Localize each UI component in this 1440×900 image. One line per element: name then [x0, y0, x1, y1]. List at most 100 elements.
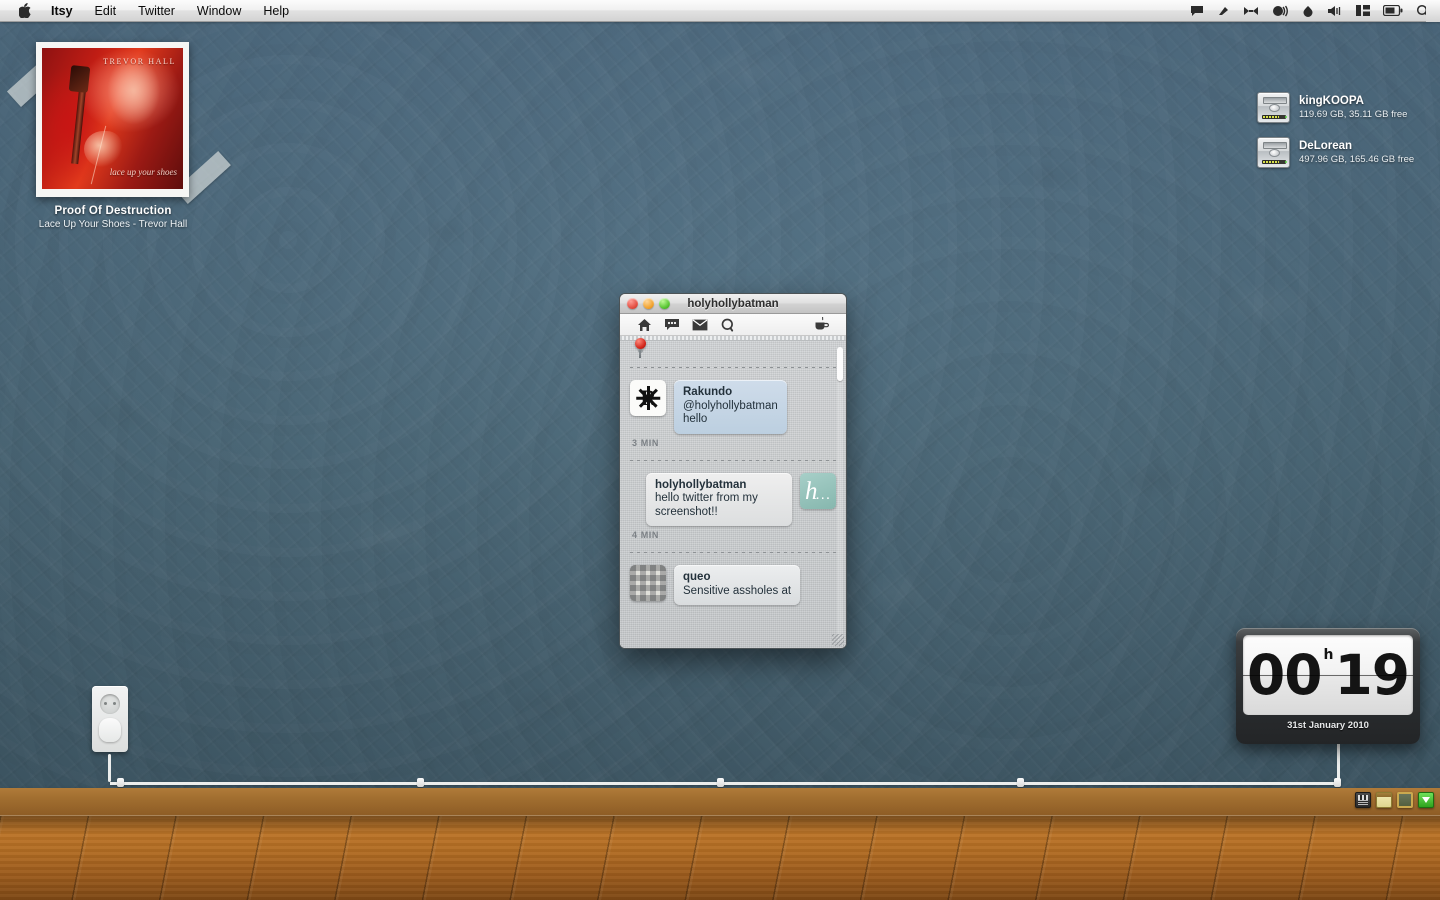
cable-clip [717, 778, 724, 787]
artwork-figure [101, 64, 179, 184]
menu-item-itsy[interactable]: Itsy [40, 0, 84, 22]
floor-shadow [0, 816, 1440, 834]
menu-item-edit[interactable]: Edit [84, 0, 128, 22]
window-traffic-lights [620, 298, 670, 309]
desktop-drives: kingKOOPA 119.69 GB, 35.11 GB free DeLor… [1257, 92, 1432, 182]
window-toolbar[interactable] [620, 314, 846, 336]
album-artwork: TREVOR HALL lace up your shoes [42, 48, 183, 189]
tweet-author: Rakundo [683, 386, 733, 398]
tweet-bubble[interactable]: holyhollybatman hello twitter from my sc… [646, 472, 792, 526]
hard-drive-icon [1257, 137, 1290, 168]
now-playing-title: Proof Of Destruction [54, 205, 172, 217]
tweet-timestamp: 3 MIN [632, 437, 660, 448]
album-polaroid-frame: TREVOR HALL lace up your shoes [36, 42, 189, 197]
close-button[interactable] [627, 298, 638, 309]
window-titlebar[interactable]: holyhollybatman [620, 294, 846, 314]
tweet-text: Sensitive assholes at [683, 584, 792, 597]
queo-avatar[interactable] [630, 565, 666, 601]
menu-item-window[interactable]: Window [186, 0, 252, 22]
clock-face: 00 h 19 [1243, 635, 1413, 715]
clock-separator: h [1323, 647, 1334, 663]
tweet-text: hello twitter from my screenshot!! [655, 492, 758, 518]
search-icon[interactable] [714, 318, 742, 332]
tweet-row-incoming[interactable]: queo Sensitive assholes at [630, 565, 836, 605]
notes-icon[interactable] [1376, 792, 1392, 808]
coffee-cup-icon[interactable] [808, 317, 836, 332]
drive-item-delorean[interactable]: DeLorean 497.96 GB, 165.46 GB free [1257, 137, 1432, 168]
spaces-icon[interactable] [1356, 0, 1370, 22]
pin-icon[interactable] [635, 338, 647, 358]
tweet-handle: @holyhollybatman [683, 399, 778, 412]
zoom-button[interactable] [659, 298, 670, 309]
menu-bar-status-area [1190, 0, 1440, 22]
drive-capacity: 497.96 GB, 165.46 GB free [1299, 154, 1415, 165]
minimize-button[interactable] [643, 298, 654, 309]
feed-divider [630, 552, 836, 553]
replies-bubble-icon[interactable] [658, 318, 686, 331]
wall-outlet [92, 686, 128, 752]
apple-logo-icon [18, 3, 31, 18]
tweet-timestamp: 4 MIN [632, 530, 660, 540]
flag-icon[interactable] [1217, 0, 1230, 22]
drive-name: DeLorean [1299, 140, 1353, 152]
cable-clip [1017, 778, 1024, 787]
menu-item-twitter[interactable]: Twitter [127, 0, 186, 22]
cable-horizontal-run [110, 782, 1340, 785]
cable-clip [1334, 778, 1341, 787]
rakundo-avatar[interactable]: R [630, 380, 666, 416]
desktop: Itsy Edit Twitter Window Help TREVOR HAL… [0, 0, 1440, 900]
sound-wave-icon[interactable] [1272, 0, 1289, 22]
now-playing-meta: Proof Of Destruction Lace Up Your Shoes … [18, 205, 208, 230]
tweet-author: holyhollybatman [655, 478, 747, 491]
artwork-guitar-head [68, 65, 91, 93]
clock-digits: 00 h 19 [1246, 643, 1410, 707]
stack-widget-icon[interactable] [1355, 792, 1371, 808]
baseboard [0, 788, 1440, 816]
chat-bubble-icon[interactable] [1190, 0, 1204, 22]
cable-clip [417, 778, 424, 787]
scrollbar-thumb[interactable] [837, 347, 843, 381]
tweet-bubble[interactable]: Rakundo @holyhollybatman hello [674, 380, 787, 434]
droplet-icon[interactable] [1302, 0, 1314, 22]
window-resize-grip[interactable] [832, 634, 844, 646]
artwork-caption-text: lace up your shoes [109, 167, 177, 177]
clock-hours: 00 [1246, 643, 1323, 707]
feed-scrollbar[interactable] [837, 347, 843, 643]
cable-clip [117, 778, 124, 787]
itsy-twitter-window[interactable]: holyhollybatman R Rakundo @holyhollybatm… [619, 293, 847, 649]
feed-divider [630, 459, 836, 461]
hard-drive-icon [1257, 92, 1290, 123]
drive-text-kingkoopa: kingKOOPA 119.69 GB, 35.11 GB free [1299, 95, 1407, 120]
drive-item-kingkoopa[interactable]: kingKOOPA 119.69 GB, 35.11 GB free [1257, 92, 1432, 123]
home-icon[interactable] [630, 318, 658, 332]
clock-minutes: 19 [1334, 643, 1410, 707]
tweet-row-outgoing[interactable]: holyhollybatman hello twitter from my sc… [630, 472, 836, 526]
now-playing-subtitle: Lace Up Your Shoes - Trevor Hall [38, 219, 188, 230]
outlet-socket [100, 694, 120, 714]
messages-envelope-icon[interactable] [686, 319, 714, 331]
flip-clock-widget[interactable]: 00 h 19 31st January 2010 [1236, 628, 1420, 744]
artwork-artist-text: TREVOR HALL [103, 57, 176, 66]
download-icon[interactable] [1418, 792, 1434, 808]
clock-date: 31st January 2010 [1287, 720, 1369, 731]
volume-icon[interactable] [1327, 0, 1343, 22]
tweet-feed[interactable]: R Rakundo @holyhollybatman hello 3 MIN h… [620, 341, 846, 648]
drive-text-delorean: DeLorean 497.96 GB, 165.46 GB free [1299, 140, 1414, 165]
menu-item-help[interactable]: Help [252, 0, 300, 22]
battery-icon[interactable] [1383, 0, 1403, 22]
menu-bar[interactable]: Itsy Edit Twitter Window Help [0, 0, 1440, 22]
feed-divider [630, 367, 836, 368]
chalkboard-icon[interactable] [1397, 792, 1413, 808]
tweet-row-incoming[interactable]: R Rakundo @holyhollybatman hello [630, 380, 836, 434]
bowtie-icon[interactable] [1243, 0, 1259, 22]
holyhollybatman-avatar[interactable]: h... [800, 472, 836, 509]
tweet-author: queo [683, 571, 711, 583]
apple-menu-icon[interactable] [10, 3, 40, 18]
shelf-icon-row [1355, 792, 1434, 808]
outlet-plug [99, 718, 121, 742]
spotlight-search-icon[interactable] [1416, 0, 1430, 22]
tweet-bubble[interactable]: queo Sensitive assholes at [674, 565, 801, 605]
now-playing-widget[interactable]: TREVOR HALL lace up your shoes Proof Of … [6, 42, 231, 230]
cable-vertical-segment [108, 754, 111, 782]
tweet-text: hello [683, 413, 708, 425]
